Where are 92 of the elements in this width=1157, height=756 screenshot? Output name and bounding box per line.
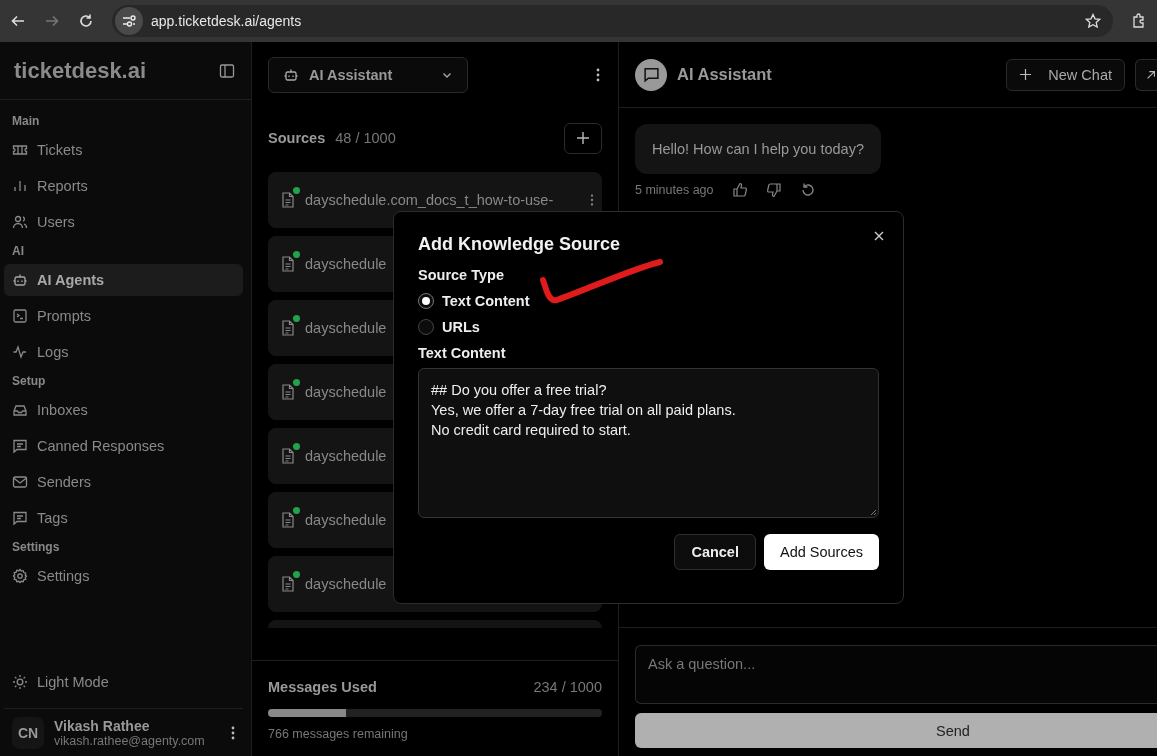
nav-section-title: Setup [11, 373, 47, 390]
source-name: dayschedule [305, 512, 387, 528]
nav-item[interactable]: Logs [4, 336, 243, 368]
resize-handle-icon[interactable] [869, 508, 877, 516]
nav-item[interactable]: Senders [4, 466, 243, 498]
thumbs-up-icon[interactable] [731, 182, 748, 198]
nav-item[interactable]: Settings [4, 560, 243, 592]
arrow-icon [1145, 68, 1157, 81]
sources-title: Sources [268, 130, 326, 146]
text-content-field[interactable]: ## Do you offer a free trial? Yes, we offer a 7-day free trial on all paid plans. No credit card required to start. [418, 368, 879, 518]
chat-bubble-icon [635, 58, 667, 91]
radio-button[interactable] [418, 319, 434, 335]
nav-icon [12, 438, 28, 454]
document-icon [281, 256, 295, 272]
user-avatar: CN [12, 716, 44, 749]
source-type-radio[interactable]: Text Content [418, 293, 538, 309]
nav-item[interactable]: Tickets [4, 134, 243, 166]
source-name: dayschedule [305, 576, 387, 592]
nav-item[interactable]: Canned Responses [4, 430, 243, 462]
nav-icon [12, 214, 28, 230]
nav-icon [12, 510, 28, 526]
close-icon[interactable] [873, 230, 885, 242]
site-settings-icon[interactable] [115, 7, 143, 35]
nav-icon [12, 402, 28, 418]
forward-icon[interactable] [44, 13, 60, 29]
more-options-icon[interactable] [231, 724, 235, 741]
document-icon [281, 320, 295, 336]
nav-item[interactable]: Reports [4, 170, 243, 202]
plus-icon [1019, 68, 1033, 81]
nav-item[interactable]: AI Agents [4, 264, 243, 296]
messages-used-label: Messages Used [268, 679, 377, 695]
chat-title: AI Assistant [677, 65, 772, 84]
document-icon [281, 576, 295, 592]
message-time: 5 minutes ago [635, 183, 714, 197]
sidebar-toggle-icon[interactable] [219, 62, 235, 79]
nav-item[interactable]: Inboxes [4, 394, 243, 426]
extensions-icon[interactable] [1131, 13, 1147, 29]
address-bar[interactable]: app.ticketdesk.ai/agents [112, 5, 1113, 37]
document-icon [281, 448, 295, 464]
regenerate-icon[interactable] [799, 182, 816, 198]
thumbs-down-icon[interactable] [765, 182, 782, 198]
nav-icon [12, 568, 28, 584]
nav-icon [12, 142, 28, 158]
cancel-button[interactable]: Cancel [674, 534, 756, 570]
source-name: dayschedule [305, 256, 387, 272]
add-source-button[interactable] [564, 122, 602, 154]
sources-count: 48 / 1000 [335, 130, 397, 146]
robot-icon [283, 67, 299, 83]
source-name: dayschedule.com_docs_t_how-to-use- [305, 192, 554, 208]
question-input[interactable]: Ask a question... [635, 645, 1157, 704]
nav-icon [12, 474, 28, 490]
source-type-label: Source Type [418, 267, 505, 283]
plus-icon [576, 131, 590, 145]
back-icon[interactable] [10, 13, 26, 29]
radio-button[interactable] [418, 293, 434, 309]
user-email: vikash.rathee@agenty.com [54, 733, 206, 748]
sun-icon [12, 674, 28, 690]
new-chat-button[interactable]: New Chat [1006, 58, 1125, 91]
bookmark-star-icon[interactable] [1085, 13, 1101, 29]
expand-button[interactable] [1135, 58, 1157, 91]
add-sources-button[interactable]: Add Sources [763, 534, 879, 570]
user-name: Vikash Rathee [54, 717, 151, 734]
document-icon [281, 512, 295, 528]
nav-icon [12, 178, 28, 194]
document-icon [281, 192, 295, 208]
agent-select[interactable]: AI Assistant [268, 57, 468, 93]
nav-icon [12, 344, 28, 360]
nav-icon [12, 272, 28, 288]
light-mode-toggle[interactable]: Light Mode [4, 666, 243, 698]
url-text: app.ticketdesk.ai/agents [151, 13, 303, 29]
source-type-radio[interactable]: URLs [418, 319, 538, 335]
nav-section-title: Main [11, 113, 41, 130]
send-button[interactable]: Send [635, 713, 1157, 748]
assistant-message: Hello! How can I help you today? [635, 124, 881, 174]
app-logo[interactable]: ticketdesk.ai [14, 57, 147, 84]
nav-item[interactable]: Tags [4, 502, 243, 534]
source-name: dayschedule [305, 448, 387, 464]
nav-section-title: AI [11, 243, 25, 260]
reload-icon[interactable] [78, 13, 94, 29]
messages-used-count: 234 / 1000 [533, 679, 602, 695]
dialog-title: Add Knowledge Source [418, 234, 622, 255]
source-name: dayschedule [305, 320, 387, 336]
nav-section-title: Settings [11, 539, 61, 556]
more-options-icon[interactable] [596, 67, 600, 83]
source-name: dayschedule [305, 384, 387, 400]
more-options-icon[interactable] [590, 193, 594, 207]
nav-icon [12, 308, 28, 324]
nav-item[interactable]: Users [4, 206, 243, 238]
messages-remaining: 766 messages remaining [268, 727, 409, 741]
text-content-label: Text Content [418, 345, 507, 361]
document-icon [281, 384, 295, 400]
nav-item[interactable]: Prompts [4, 300, 243, 332]
